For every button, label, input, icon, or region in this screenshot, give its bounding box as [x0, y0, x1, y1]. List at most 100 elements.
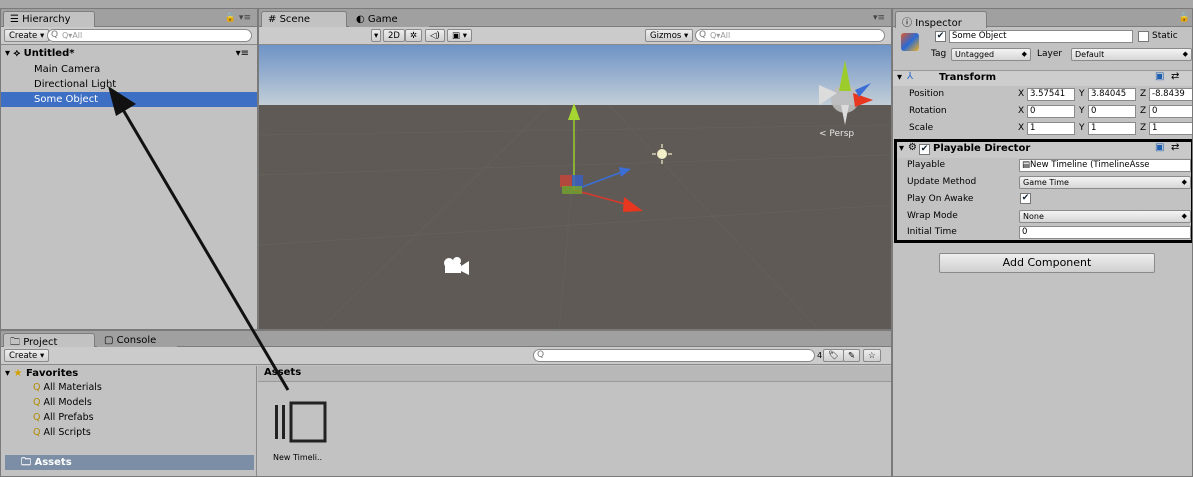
scene-root-item[interactable]: ▾ ⟡ Untitled* ▾≡: [1, 46, 257, 61]
play-on-awake-checkbox[interactable]: ✔: [1020, 193, 1031, 204]
tag-label: Tag: [931, 49, 947, 59]
favorite-all-models[interactable]: Q All Models: [1, 395, 256, 410]
project-panel: 🗀 Project ▢ Console Create ▾ Q 🏷 ✎ ☆ 4 ▾…: [0, 330, 892, 477]
search-icon: Q: [33, 412, 41, 423]
layer-dropdown[interactable]: Default ◆: [1071, 48, 1192, 61]
playable-director-header[interactable]: ▾ ⚙ ✔ Playable Director ▣ ⇄: [897, 142, 1191, 158]
position-z-axis: Z: [1140, 89, 1147, 99]
search-icon: Q: [33, 427, 41, 438]
persp-label[interactable]: < Persp: [819, 129, 854, 139]
transform-icon: ⅄: [907, 71, 914, 82]
favorite-all-scripts[interactable]: Q All Scripts: [1, 425, 256, 440]
position-z-field[interactable]: -8.8439: [1149, 88, 1192, 101]
scale-x-axis: X: [1018, 123, 1025, 133]
hierarchy-panel: ☰ Hierarchy 🔒 ▾≡ Create ▾ Q Q▾All ▾ ⟡ Unt…: [0, 8, 258, 330]
favorites-item[interactable]: ▾ ★ Favorites: [1, 366, 256, 381]
search-icon: Q: [51, 30, 59, 40]
rotation-label: Rotation: [909, 106, 947, 116]
transform-header[interactable]: ▾ ⅄ Transform ▣ ⇄: [893, 70, 1192, 86]
scene-menu-icon[interactable]: ▾≡: [236, 46, 249, 61]
rotation-y-field[interactable]: 0: [1088, 105, 1136, 118]
shading-caret[interactable]: ▾: [371, 29, 381, 42]
lock-menu-icon[interactable]: 🔒 ▾≡: [225, 13, 251, 23]
favorite-star-icon[interactable]: ☆: [863, 349, 881, 362]
effects-toggle-icon[interactable]: ▣ ▾: [447, 29, 472, 42]
expand-arrow-icon: ▾: [899, 143, 905, 154]
audio-toggle-icon[interactable]: ◁): [425, 29, 445, 42]
initial-time-label: Initial Time: [907, 227, 957, 237]
rotation-x-field[interactable]: 0: [1027, 105, 1075, 118]
playable-director-enabled-checkbox[interactable]: ✔: [919, 144, 930, 155]
rotation-z-field[interactable]: 0: [1149, 105, 1192, 118]
rotation-x-axis: X: [1018, 106, 1025, 116]
tab-console[interactable]: ▢ Console: [97, 333, 177, 348]
tab-game[interactable]: ◐ Game: [349, 11, 429, 27]
add-component-button[interactable]: Add Component: [939, 253, 1155, 273]
folder-icon: 🗀: [21, 457, 31, 468]
wrap-mode-dropdown[interactable]: None ◆: [1019, 210, 1191, 223]
project-search-input[interactable]: Q: [533, 349, 815, 362]
scene-search-input[interactable]: Q Q▾All: [695, 29, 885, 42]
timeline-asset-icon[interactable]: [271, 399, 331, 443]
hierarchy-item-some-object[interactable]: Some Object: [1, 92, 257, 107]
scale-y-field[interactable]: 1: [1088, 122, 1136, 135]
tag-dropdown[interactable]: Untagged ◆: [951, 48, 1031, 61]
tab-project[interactable]: 🗀 Project: [3, 333, 95, 348]
help-icon[interactable]: ▣: [1155, 142, 1164, 153]
lighting-toggle-icon[interactable]: ✲: [405, 29, 423, 42]
scale-label: Scale: [909, 123, 934, 133]
playable-object-field[interactable]: ▤New Timeline (TimelineAsse: [1019, 159, 1191, 172]
tab-inspector[interactable]: ⓘ Inspector: [895, 11, 987, 29]
update-method-dropdown[interactable]: Game Time ◆: [1019, 176, 1191, 189]
assets-folder-item[interactable]: 🗀 Assets: [5, 455, 254, 470]
2d-toggle-button[interactable]: 2D: [383, 29, 405, 42]
project-tabbar: 🗀 Project ▢ Console: [1, 331, 891, 348]
lock-menu-icon[interactable]: 🔒: [1179, 13, 1190, 23]
search-icon: Q: [537, 350, 545, 360]
console-icon: ▢: [104, 335, 114, 346]
settings-icon[interactable]: ⇄: [1171, 142, 1179, 153]
position-x-field[interactable]: 3.57541: [1027, 88, 1075, 101]
gizmos-dropdown[interactable]: Gizmos ▾: [645, 29, 694, 42]
position-y-field[interactable]: 3.84045: [1088, 88, 1136, 101]
search-icon: Q: [33, 397, 41, 408]
settings-icon[interactable]: ⇄: [1171, 71, 1179, 82]
scale-z-axis: Z: [1140, 123, 1147, 133]
search-icon: Q: [699, 30, 707, 40]
static-label: Static: [1152, 31, 1178, 41]
filter-by-type-icon[interactable]: 🏷: [823, 349, 844, 362]
hierarchy-search-input[interactable]: Q Q▾All: [47, 29, 252, 42]
assets-header: Assets: [258, 366, 891, 382]
scale-x-field[interactable]: 1: [1027, 122, 1075, 135]
static-checkbox[interactable]: [1138, 31, 1149, 42]
playable-label: Playable: [907, 160, 946, 170]
project-create-button[interactable]: Create ▾: [4, 349, 50, 362]
filter-by-label-icon[interactable]: ✎: [843, 349, 861, 362]
tab-scene[interactable]: # Scene: [261, 11, 347, 28]
favorite-all-materials[interactable]: Q All Materials: [1, 380, 256, 395]
scale-z-field[interactable]: 1: [1149, 122, 1192, 135]
game-icon: ◐: [356, 14, 365, 25]
star-icon: ★: [13, 368, 23, 379]
tab-hierarchy[interactable]: ☰ Hierarchy: [3, 11, 95, 28]
scene-viewport[interactable]: [259, 45, 891, 330]
inspector-panel: ⓘ Inspector 🔒 ✔ Some Object Static Tag U…: [892, 8, 1193, 477]
layer-label: Layer: [1037, 49, 1063, 59]
position-x-axis: X: [1018, 89, 1025, 99]
scene-panel: # Scene ◐ Game ▾≡ ▾ 2D ✲ ◁) ▣ ▾ Gizmos ▾…: [258, 8, 892, 330]
timeline-glyph: [275, 401, 327, 443]
hierarchy-item-directional-light[interactable]: Directional Light: [1, 77, 257, 92]
position-y-axis: Y: [1079, 89, 1085, 99]
create-button[interactable]: Create ▾: [4, 29, 50, 42]
cube-icon: [901, 33, 919, 51]
object-name-field[interactable]: Some Object: [949, 30, 1133, 43]
help-icon[interactable]: ▣: [1155, 71, 1164, 82]
scene-menu-icon[interactable]: ▾≡: [873, 13, 885, 23]
favorite-all-prefabs[interactable]: Q All Prefabs: [1, 410, 256, 425]
asset-name-label: New Timeli..: [273, 453, 323, 462]
info-icon: ⓘ: [902, 18, 912, 29]
hierarchy-item-main-camera[interactable]: Main Camera: [1, 62, 257, 77]
initial-time-field[interactable]: 0: [1019, 226, 1191, 239]
active-checkbox[interactable]: ✔: [935, 31, 946, 42]
expand-arrow-icon: ▾: [5, 368, 11, 379]
